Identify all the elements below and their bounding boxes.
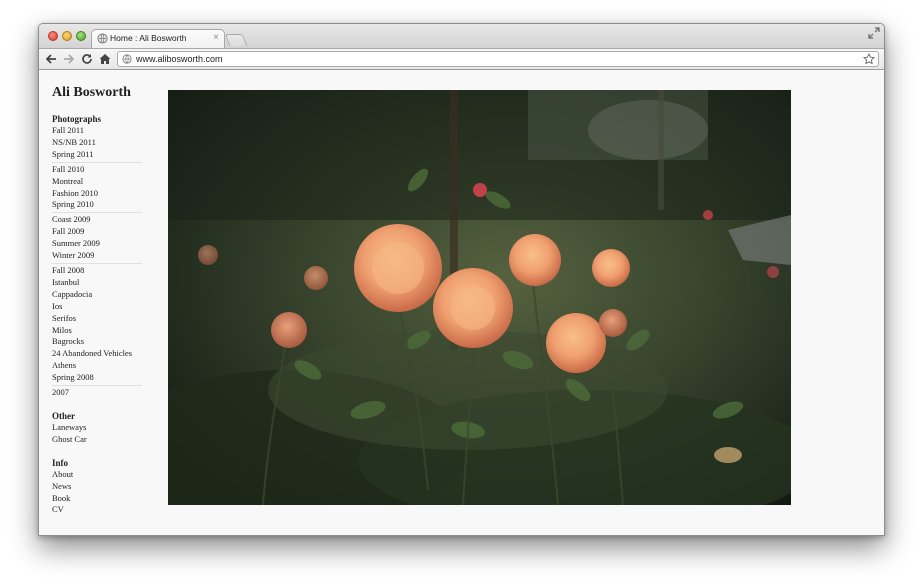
tab-title: Home : Ali Bosworth xyxy=(110,33,187,43)
back-arrow-icon[interactable] xyxy=(44,52,58,66)
fullscreen-icon[interactable] xyxy=(868,27,880,39)
rose-garden-photo xyxy=(168,90,791,505)
nav-item-laneways[interactable]: Laneways xyxy=(52,422,142,434)
browser-window: Home : Ali Bosworth × www.alibosworth.co xyxy=(38,23,885,536)
nav-item-2007[interactable]: 2007 xyxy=(52,387,142,399)
nav-item-fall-2010[interactable]: Fall 2010 xyxy=(52,164,142,176)
nav-item-summer-2009[interactable]: Summer 2009 xyxy=(52,238,142,250)
nav-item-about[interactable]: About xyxy=(52,469,142,481)
nav-item-news[interactable]: News xyxy=(52,481,142,493)
zoom-window-button[interactable] xyxy=(76,31,86,41)
nav-item-fall-2008[interactable]: Fall 2008 xyxy=(52,265,142,277)
nav-item-montreal[interactable]: Montreal xyxy=(52,176,142,188)
title-bar: Home : Ali Bosworth × xyxy=(39,24,884,48)
nav-item-fall-2011[interactable]: Fall 2011 xyxy=(52,125,142,137)
featured-photo[interactable] xyxy=(168,90,791,505)
star-icon[interactable] xyxy=(863,53,875,65)
forward-arrow-icon[interactable] xyxy=(62,52,76,66)
address-bar[interactable]: www.alibosworth.com xyxy=(117,51,879,67)
reload-icon[interactable] xyxy=(80,52,94,66)
nav-item-coast-2009[interactable]: Coast 2009 xyxy=(52,214,142,226)
site-title[interactable]: Ali Bosworth xyxy=(52,85,131,101)
nav-item-bagrocks[interactable]: Bagrocks xyxy=(52,336,142,348)
tab-home[interactable]: Home : Ali Bosworth × xyxy=(91,29,225,48)
nav-item-cappadocia[interactable]: Cappadocia xyxy=(52,289,142,301)
nav-item-spring-2010[interactable]: Spring 2010 xyxy=(52,199,142,211)
nav-group: Fall 2008 Istanbul Cappadocia Ios Serifo… xyxy=(52,262,142,384)
nav-item-serifos[interactable]: Serifos xyxy=(52,313,142,325)
nav-heading-info: Info xyxy=(52,457,69,468)
sidebar-nav: Photographs Fall 2011 NS/NB 2011 Spring … xyxy=(52,113,142,516)
nav-heading-photographs: Photographs xyxy=(52,114,102,124)
nav-group: Coast 2009 Fall 2009 Summer 2009 Winter … xyxy=(52,212,142,262)
globe-icon xyxy=(97,33,108,44)
nav-item-ghost-car[interactable]: Ghost Car xyxy=(52,434,142,446)
nav-item-winter-2009[interactable]: Winter 2009 xyxy=(52,250,142,262)
new-tab-button[interactable] xyxy=(224,34,248,46)
nav-item-spring-2011[interactable]: Spring 2011 xyxy=(52,149,142,161)
home-icon[interactable] xyxy=(98,52,112,66)
nav-item-fashion-2010[interactable]: Fashion 2010 xyxy=(52,188,142,200)
nav-item-milos[interactable]: Milos xyxy=(52,325,142,337)
nav-item-ns-nb-2011[interactable]: NS/NB 2011 xyxy=(52,137,142,149)
nav-item-fall-2009[interactable]: Fall 2009 xyxy=(52,226,142,238)
minimize-window-button[interactable] xyxy=(62,31,72,41)
nav-item-istanbul[interactable]: Istanbul xyxy=(52,277,142,289)
page-info-icon[interactable] xyxy=(122,54,132,64)
nav-item-book[interactable]: Book xyxy=(52,493,142,505)
nav-group: Fall 2010 Montreal Fashion 2010 Spring 2… xyxy=(52,161,142,212)
nav-item-ios[interactable]: Ios xyxy=(52,301,142,313)
nav-group: Fall 2011 NS/NB 2011 Spring 2011 xyxy=(52,125,142,161)
close-window-button[interactable] xyxy=(48,31,58,41)
nav-item-cv[interactable]: CV xyxy=(52,504,142,516)
nav-item-spring-2008[interactable]: Spring 2008 xyxy=(52,372,142,384)
tab-close-icon[interactable]: × xyxy=(213,32,219,44)
nav-item-athens[interactable]: Athens xyxy=(52,360,142,372)
nav-item-24-abandoned-vehicles[interactable]: 24 Abandoned Vehicles xyxy=(52,348,142,360)
nav-heading-other: Other xyxy=(52,410,75,421)
browser-toolbar: www.alibosworth.com xyxy=(39,48,884,70)
nav-group: 2007 xyxy=(52,385,142,399)
page-content: Ali Bosworth Photographs Fall 2011 NS/NB… xyxy=(39,70,884,535)
url-text[interactable]: www.alibosworth.com xyxy=(136,54,223,64)
